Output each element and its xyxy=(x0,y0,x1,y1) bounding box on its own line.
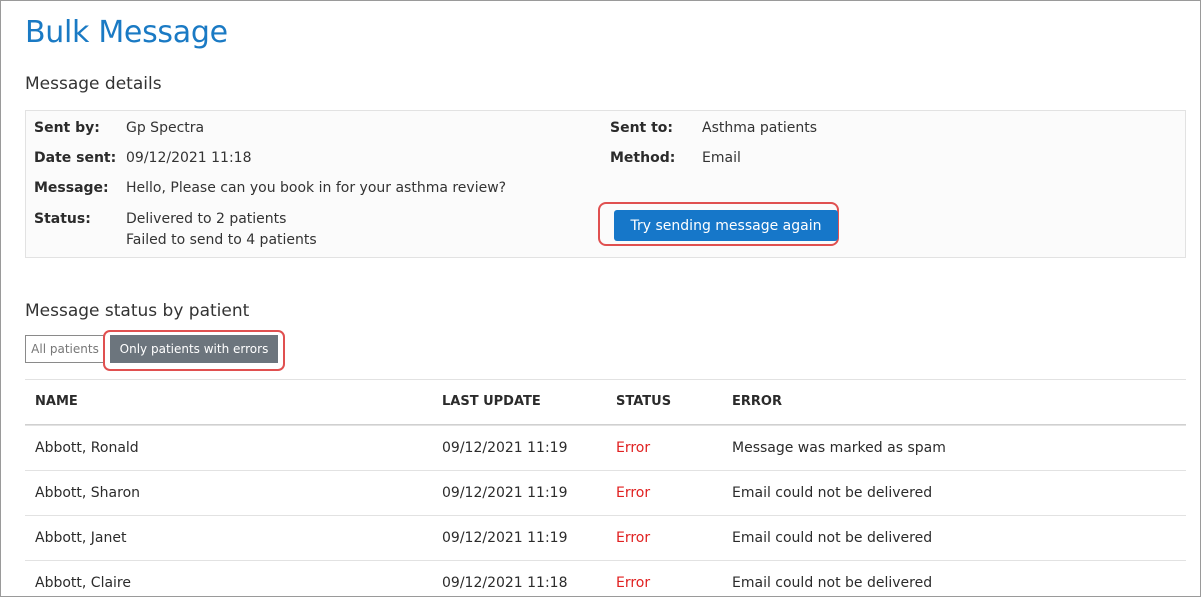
last-update: 09/12/2021 11:19 xyxy=(442,485,568,501)
bulk-message-panel: Bulk Message Message details Sent by: Gp… xyxy=(0,0,1201,597)
patient-name: Abbott, Ronald xyxy=(35,440,139,456)
retry-send-button[interactable]: Try sending message again xyxy=(614,210,838,241)
message-label: Message: xyxy=(34,180,109,196)
patient-name: Abbott, Claire xyxy=(35,575,131,591)
sent-to-value: Asthma patients xyxy=(702,120,818,136)
message-details-box: Sent by: Gp Spectra Date sent: 09/12/202… xyxy=(25,110,1186,258)
column-header-name[interactable]: NAME xyxy=(35,380,78,424)
status-label: Status: xyxy=(34,211,91,227)
message-value: Hello, Please can you book in for your a… xyxy=(126,180,507,196)
date-sent-label: Date sent: xyxy=(34,150,117,166)
status-failed: Failed to send to 4 patients xyxy=(126,232,317,248)
method-label: Method: xyxy=(610,150,676,166)
message-details-heading: Message details xyxy=(25,74,162,94)
status-value: Error xyxy=(616,440,651,456)
table-row[interactable]: Abbott, Claire 09/12/2021 11:18 Error Em… xyxy=(25,560,1186,596)
table-row[interactable]: Abbott, Ronald 09/12/2021 11:19 Error Me… xyxy=(25,425,1186,470)
last-update: 09/12/2021 11:18 xyxy=(442,575,568,591)
column-header-status[interactable]: STATUS xyxy=(616,380,671,424)
sent-by-label: Sent by: xyxy=(34,120,100,136)
last-update: 09/12/2021 11:19 xyxy=(442,530,568,546)
table-row[interactable]: Abbott, Janet 09/12/2021 11:19 Error Ema… xyxy=(25,515,1186,560)
status-delivered: Delivered to 2 patients xyxy=(126,211,287,227)
table-row[interactable]: Abbott, Sharon 09/12/2021 11:19 Error Em… xyxy=(25,470,1186,515)
patient-status-table: NAME LAST UPDATE STATUS ERROR Abbott, Ro… xyxy=(25,379,1186,596)
filter-errors-only-button[interactable]: Only patients with errors xyxy=(110,335,278,363)
status-value: Error xyxy=(616,575,651,591)
status-by-patient-heading: Message status by patient xyxy=(25,301,250,321)
status-value: Error xyxy=(616,485,651,501)
patient-name: Abbott, Sharon xyxy=(35,485,141,501)
error-text: Email could not be delivered xyxy=(732,575,933,591)
last-update: 09/12/2021 11:19 xyxy=(442,440,568,456)
column-header-last-update[interactable]: LAST UPDATE xyxy=(442,380,541,424)
column-header-error[interactable]: ERROR xyxy=(732,380,782,424)
method-value: Email xyxy=(702,150,741,166)
error-text: Email could not be delivered xyxy=(732,530,933,546)
status-value: Error xyxy=(616,530,651,546)
filter-all-patients-button[interactable]: All patients xyxy=(25,335,105,363)
sent-by-value: Gp Spectra xyxy=(126,120,205,136)
error-text: Email could not be delivered xyxy=(732,485,933,501)
sent-to-label: Sent to: xyxy=(610,120,674,136)
error-text: Message was marked as spam xyxy=(732,440,946,456)
table-header-row: NAME LAST UPDATE STATUS ERROR xyxy=(25,379,1186,425)
date-sent-value: 09/12/2021 11:18 xyxy=(126,150,252,166)
page-title: Bulk Message xyxy=(25,15,228,50)
patient-name: Abbott, Janet xyxy=(35,530,127,546)
